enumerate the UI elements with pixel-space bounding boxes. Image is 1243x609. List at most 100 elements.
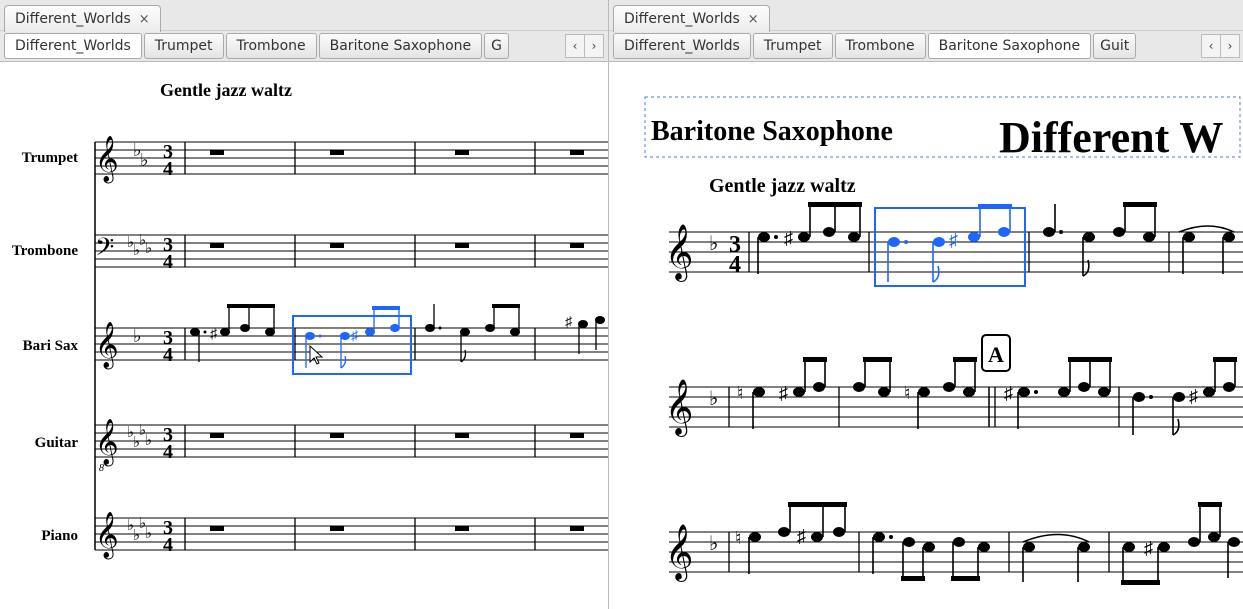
file-tab[interactable]: Different_Worlds × xyxy=(613,5,770,32)
part-tab-barisax[interactable]: Baritone Saxophone xyxy=(928,33,1092,59)
part-tab-score[interactable]: Different_Worlds xyxy=(4,33,142,59)
svg-text:♯: ♯ xyxy=(565,315,573,330)
svg-text:4: 4 xyxy=(729,252,741,278)
score-canvas[interactable]: Baritone Saxophone Different W Gentle ja… xyxy=(609,62,1243,609)
svg-text:♭: ♭ xyxy=(145,526,152,542)
score-canvas[interactable]: Gentle jazz waltz Trumpet 𝄞 ♭♭ 3 4 xyxy=(0,62,608,609)
treble-clef-icon: 𝄞 xyxy=(95,419,119,467)
treble-clef-icon: 𝄞 xyxy=(95,512,119,560)
svg-text:♭: ♭ xyxy=(709,388,718,410)
part-tab-bar: Different_Worlds Trumpet Trombone Barito… xyxy=(609,30,1243,62)
svg-text:8: 8 xyxy=(99,463,104,474)
instrument-label: Trombone xyxy=(12,243,78,259)
file-tab-label: Different_Worlds xyxy=(624,11,740,27)
staff-system-1: 𝄞 ♭ 3 4 ♯ xyxy=(665,202,1243,286)
svg-text:♯: ♯ xyxy=(1144,538,1153,558)
part-tab-label: Trombone xyxy=(237,38,306,54)
instrument-label: Piano xyxy=(41,528,78,544)
svg-text:♮: ♮ xyxy=(735,528,741,548)
staff-trombone: Trombone 𝄢 ♭♭♭♭ 3 4 xyxy=(12,233,608,273)
file-tab[interactable]: Different_Worlds × xyxy=(4,5,161,32)
staff-trumpet: Trumpet 𝄞 ♭♭ 3 4 xyxy=(22,136,608,184)
svg-text:♯: ♯ xyxy=(797,526,806,546)
cursor-icon xyxy=(310,346,322,364)
part-tab-score[interactable]: Different_Worlds xyxy=(613,33,751,59)
part-tab-label: Trombone xyxy=(846,38,915,54)
chevron-right-icon: › xyxy=(592,39,597,53)
part-tab-label: Trumpet xyxy=(155,38,213,54)
scroll-right-button[interactable]: › xyxy=(585,34,604,58)
part-tab-truncated[interactable]: G xyxy=(484,33,509,59)
left-pane: Different_Worlds × Different_Worlds Trum… xyxy=(0,0,609,609)
staff-piano: Piano 𝄞 ♭♭♭♭ 3 4 xyxy=(41,512,608,560)
svg-text:4: 4 xyxy=(163,534,173,556)
close-icon[interactable]: × xyxy=(139,12,150,27)
close-icon[interactable]: × xyxy=(748,12,759,27)
part-tab-trumpet[interactable]: Trumpet xyxy=(753,33,833,59)
svg-text:♭: ♭ xyxy=(133,326,142,346)
part-tab-bar: Different_Worlds Trumpet Trombone Barito… xyxy=(0,30,608,62)
svg-text:♮: ♮ xyxy=(737,383,743,403)
instrument-label: Bari Sax xyxy=(23,338,79,354)
svg-text:♯: ♯ xyxy=(949,230,958,250)
right-pane: Different_Worlds × Different_Worlds Trum… xyxy=(609,0,1243,609)
part-tab-label: Different_Worlds xyxy=(15,38,131,54)
chevron-left-icon: ‹ xyxy=(1209,39,1214,53)
svg-text:♭: ♭ xyxy=(145,433,152,449)
part-tab-label: Baritone Saxophone xyxy=(330,38,472,54)
file-tab-bar: Different_Worlds × xyxy=(609,0,1243,30)
staff-guitar: Guitar 𝄞 8 ♭♭♭♭ 3 4 xyxy=(35,419,608,474)
part-tab-label: Baritone Saxophone xyxy=(939,38,1081,54)
scroll-right-button[interactable]: › xyxy=(1221,34,1240,58)
svg-text:♭: ♭ xyxy=(145,241,152,257)
timesig-den: 4 xyxy=(163,158,173,180)
tempo-text: Gentle jazz waltz xyxy=(160,80,292,100)
score-svg: Gentle jazz waltz Trumpet 𝄞 ♭♭ 3 4 xyxy=(0,62,608,609)
file-tab-label: Different_Worlds xyxy=(15,11,131,27)
selected-notes: ♯ xyxy=(888,204,1012,282)
svg-text:4: 4 xyxy=(163,251,173,273)
part-tab-label: Guit xyxy=(1100,38,1129,54)
svg-text:♭: ♭ xyxy=(709,233,718,255)
bass-clef-icon: 𝄢 xyxy=(95,234,114,267)
part-tab-trombone[interactable]: Trombone xyxy=(226,33,317,59)
svg-text:♯: ♯ xyxy=(351,329,359,344)
staff-system-2: 𝄞 ♭ ♮ ♯ xyxy=(665,357,1243,437)
staff-system-3: 𝄞 ♭ ♮ ♯ xyxy=(665,502,1243,585)
svg-text:♯: ♯ xyxy=(1004,383,1013,403)
svg-text:4: 4 xyxy=(163,344,173,366)
svg-text:♭: ♭ xyxy=(140,150,149,170)
svg-text:♮: ♮ xyxy=(904,383,910,403)
part-tab-label: Different_Worlds xyxy=(624,38,740,54)
svg-text:4: 4 xyxy=(163,441,173,463)
svg-text:♭: ♭ xyxy=(709,533,718,555)
chevron-right-icon: › xyxy=(1228,39,1233,53)
instrument-label: Guitar xyxy=(35,435,79,451)
treble-clef-icon: 𝄞 xyxy=(665,525,693,582)
tempo-text: Gentle jazz waltz xyxy=(709,175,856,197)
treble-clef-icon: 𝄞 xyxy=(95,322,119,370)
svg-text:♯: ♯ xyxy=(779,383,788,403)
part-tab-truncated[interactable]: Guit xyxy=(1093,33,1136,59)
part-tab-trombone[interactable]: Trombone xyxy=(835,33,926,59)
part-tab-barisax[interactable]: Baritone Saxophone xyxy=(319,33,483,59)
scroll-left-button[interactable]: ‹ xyxy=(565,34,585,58)
part-tab-trumpet[interactable]: Trumpet xyxy=(144,33,224,59)
treble-clef-icon: 𝄞 xyxy=(95,136,119,184)
chevron-left-icon: ‹ xyxy=(573,39,578,53)
staff-barisax: Bari Sax 𝄞 ♭ 3 4 ♯ xyxy=(23,304,608,374)
scroll-left-button[interactable]: ‹ xyxy=(1201,34,1221,58)
file-tab-bar: Different_Worlds × xyxy=(0,0,608,30)
svg-text:♯: ♯ xyxy=(1189,386,1198,406)
svg-text:♯: ♯ xyxy=(784,228,793,248)
part-tab-label: G xyxy=(491,38,502,54)
rehearsal-mark: A xyxy=(982,335,1010,371)
part-heading: Baritone Saxophone xyxy=(651,116,893,147)
score-svg: Baritone Saxophone Different W Gentle ja… xyxy=(609,62,1243,609)
instrument-label: Trumpet xyxy=(22,150,78,166)
part-tab-label: Trumpet xyxy=(764,38,822,54)
svg-text:♯: ♯ xyxy=(210,327,218,342)
score-title: Different W xyxy=(999,113,1223,162)
svg-text:A: A xyxy=(988,342,1004,367)
treble-clef-icon: 𝄞 xyxy=(665,225,693,282)
